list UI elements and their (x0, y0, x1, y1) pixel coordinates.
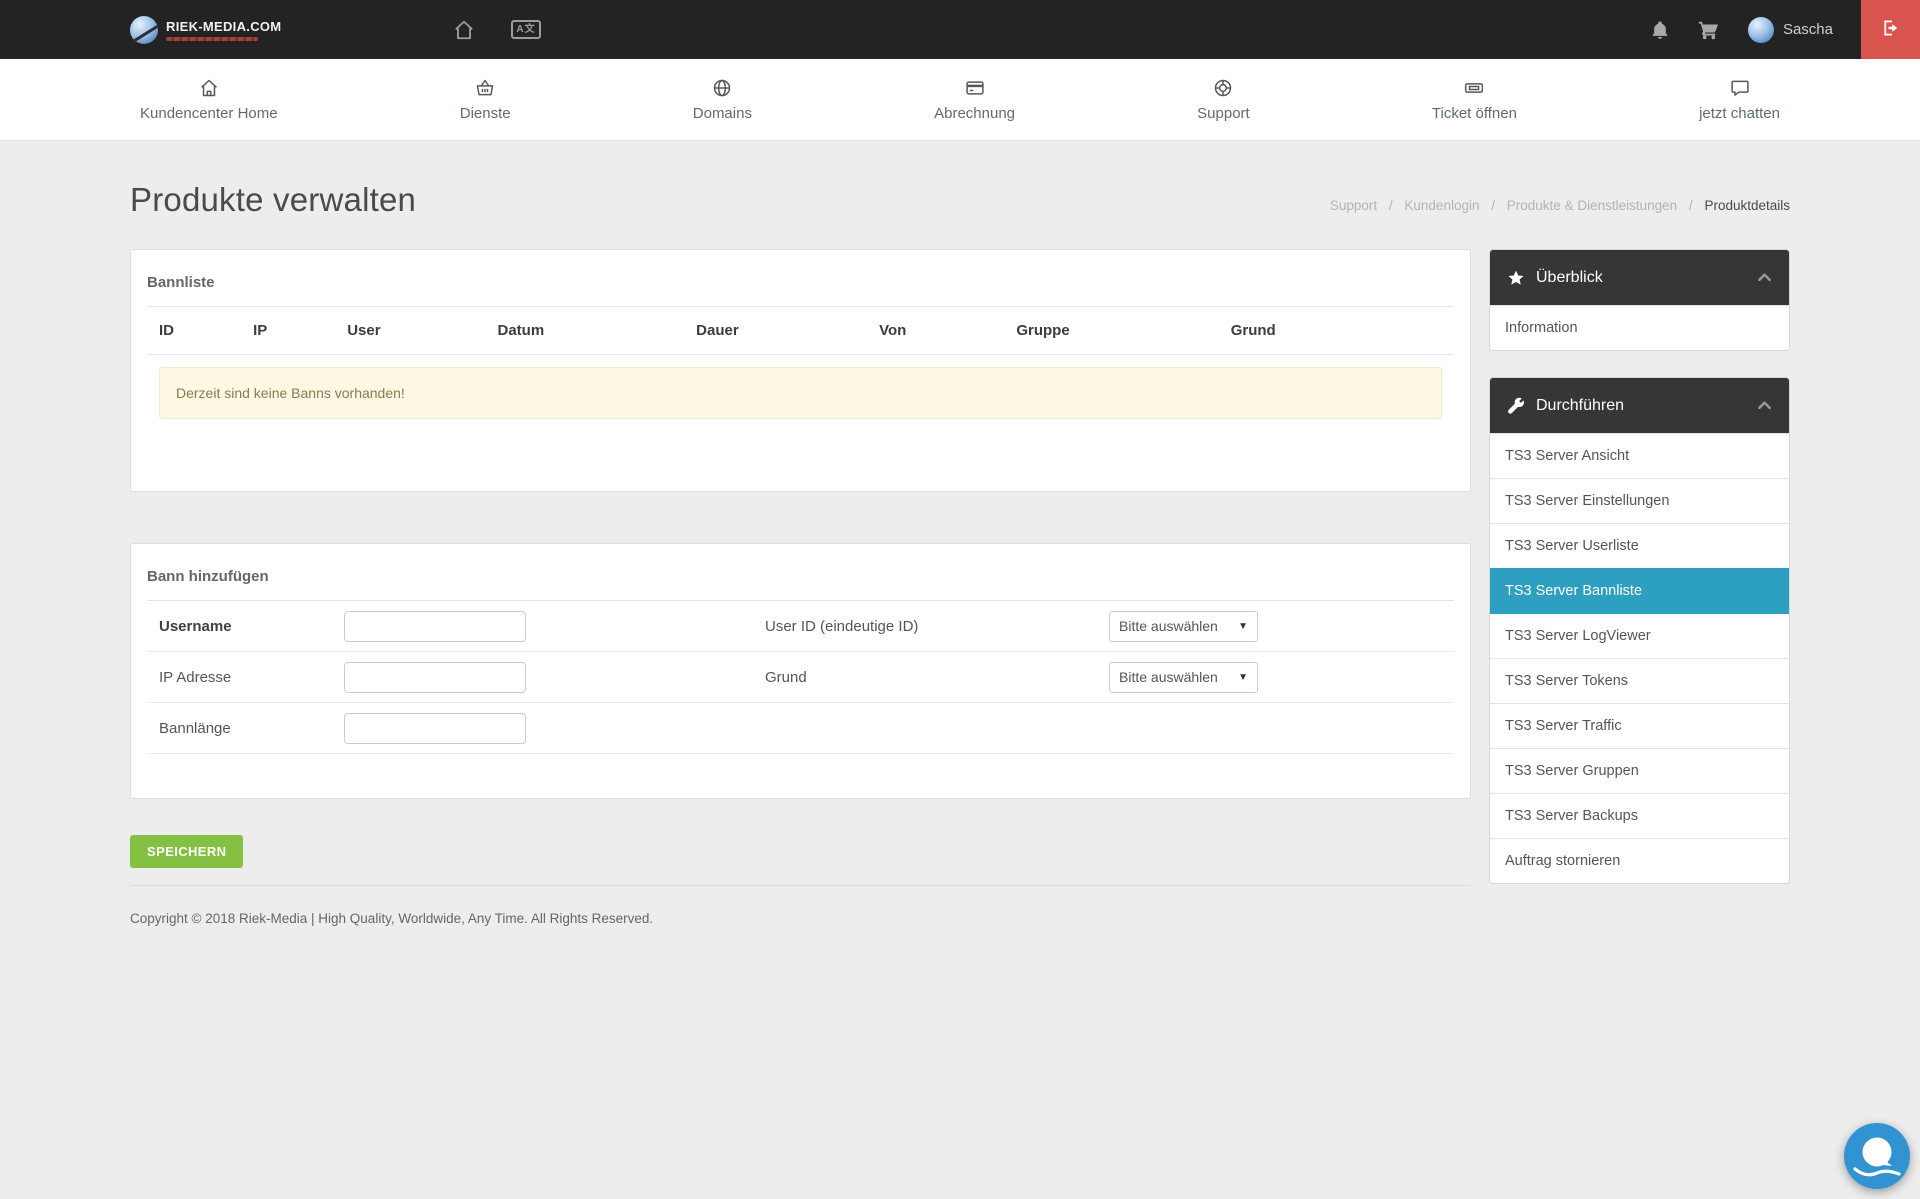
chat-launcher-button[interactable] (1842, 1121, 1912, 1191)
form-row-username-userid: Username User ID (eindeutige ID) Bitte a… (147, 601, 1454, 652)
breadcrumb-link-support[interactable]: Support (1330, 198, 1377, 213)
star-icon (1507, 269, 1525, 287)
globe-icon (712, 78, 732, 98)
main-navigation: Kundencenter Home Dienste Domains Abrech… (0, 59, 1920, 141)
userid-label: User ID (eindeutige ID) (765, 618, 1109, 635)
sidebar-item-ts3-logviewer[interactable]: TS3 Server LogViewer (1490, 613, 1789, 658)
sidebar-item-ts3-bannliste[interactable]: TS3 Server Bannliste (1490, 568, 1789, 613)
logout-button[interactable] (1861, 0, 1920, 59)
bannlaenge-input[interactable] (344, 713, 526, 744)
brand-tagline (166, 37, 258, 41)
form-row-bannlaenge: Bannlänge (147, 703, 1454, 754)
sidebar-item-auftrag-stornieren[interactable]: Auftrag stornieren (1490, 838, 1789, 883)
sidebar: Überblick Information Durchführen (1489, 249, 1790, 910)
nav-item-dienste[interactable]: Dienste (450, 74, 521, 126)
home-icon[interactable] (453, 19, 475, 41)
basket-icon (475, 78, 495, 98)
username-label: Username (147, 618, 344, 635)
username-input[interactable] (344, 611, 526, 642)
banlist-table: ID IP User Datum Dauer Von Gruppe Grund (147, 307, 1454, 355)
ticket-icon (1464, 78, 1484, 98)
empty-banlist-alert: Derzeit sind keine Banns vorhanden! (159, 367, 1442, 419)
column-header-id: ID (147, 307, 241, 355)
save-button[interactable]: SPEICHERN (130, 835, 243, 868)
banlist-header-row: ID IP User Datum Dauer Von Gruppe Grund (147, 307, 1454, 355)
grund-label: Grund (765, 669, 1109, 686)
overview-panel-header[interactable]: Überblick (1490, 250, 1789, 305)
life-ring-icon (1213, 78, 1233, 98)
nav-item-domains[interactable]: Domains (683, 74, 762, 126)
nav-label: Support (1197, 105, 1250, 122)
column-header-ip: IP (241, 307, 335, 355)
chevron-up-icon (1757, 398, 1772, 413)
sidebar-item-ts3-gruppen[interactable]: TS3 Server Gruppen (1490, 748, 1789, 793)
column-header-grund: Grund (1219, 307, 1454, 355)
overview-panel-title: Überblick (1536, 269, 1603, 287)
column-header-datum: Datum (485, 307, 684, 355)
footer: Copyright © 2018 Riek-Media | High Quali… (130, 885, 1471, 972)
notifications-bell-icon[interactable] (1650, 20, 1670, 40)
brand-title: RIEK-MEDIA.COM (166, 19, 281, 34)
chevron-up-icon (1757, 270, 1772, 285)
actions-panel: Durchführen TS3 Server Ansicht TS3 Serve… (1489, 377, 1790, 884)
banlist-card: Bannliste ID IP User Datum Dauer Vo (130, 249, 1471, 492)
nav-label: Kundencenter Home (140, 105, 278, 122)
column-header-dauer: Dauer (684, 307, 867, 355)
credit-card-icon (965, 78, 985, 98)
ip-input[interactable] (344, 662, 526, 693)
actions-panel-title: Durchführen (1536, 397, 1624, 415)
nav-item-jetzt-chatten[interactable]: jetzt chatten (1689, 74, 1790, 126)
breadcrumb-link-produkte[interactable]: Produkte & Dienstleistungen (1507, 198, 1677, 213)
caret-down-icon: ▼ (1238, 672, 1248, 683)
copyright-text: Copyright © 2018 Riek-Media | High Quali… (130, 911, 1471, 926)
brand-globe-icon (130, 16, 158, 44)
nav-item-ticket-oeffnen[interactable]: Ticket öffnen (1422, 74, 1527, 126)
grund-select[interactable]: Bitte auswählen ▼ (1109, 662, 1258, 693)
nav-label: jetzt chatten (1699, 105, 1780, 122)
ip-label: IP Adresse (147, 669, 344, 686)
userid-select[interactable]: Bitte auswählen ▼ (1109, 611, 1258, 642)
column-header-user: User (335, 307, 485, 355)
nav-item-support[interactable]: Support (1187, 74, 1260, 126)
sidebar-item-ts3-backups[interactable]: TS3 Server Backups (1490, 793, 1789, 838)
brand-logo[interactable]: RIEK-MEDIA.COM (130, 16, 281, 44)
nav-label: Abrechnung (934, 105, 1015, 122)
sidebar-item-information[interactable]: Information (1490, 305, 1789, 350)
sidebar-item-ts3-einstellungen[interactable]: TS3 Server Einstellungen (1490, 478, 1789, 523)
user-menu[interactable]: Sascha (1748, 17, 1833, 43)
bannlaenge-label: Bannlänge (147, 720, 344, 737)
nav-item-abrechnung[interactable]: Abrechnung (924, 74, 1025, 126)
sidebar-item-ts3-traffic[interactable]: TS3 Server Traffic (1490, 703, 1789, 748)
home-icon (199, 78, 219, 98)
nav-label: Domains (693, 105, 752, 122)
sidebar-item-ts3-userliste[interactable]: TS3 Server Userliste (1490, 523, 1789, 568)
actions-panel-header[interactable]: Durchführen (1490, 378, 1789, 433)
form-row-ip-grund: IP Adresse Grund Bitte auswählen ▼ (147, 652, 1454, 703)
sidebar-item-ts3-tokens[interactable]: TS3 Server Tokens (1490, 658, 1789, 703)
nav-item-kundencenter-home[interactable]: Kundencenter Home (130, 74, 288, 126)
nav-label: Ticket öffnen (1432, 105, 1517, 122)
add-ban-card-title: Bann hinzufügen (147, 560, 1454, 601)
banlist-card-title: Bannliste (147, 266, 1454, 307)
add-ban-card: Bann hinzufügen Username User ID (eindeu… (130, 543, 1471, 799)
cart-icon[interactable] (1698, 19, 1720, 41)
breadcrumb: Support / Kundenlogin / Produkte & Diens… (1330, 198, 1790, 219)
overview-panel: Überblick Information (1489, 249, 1790, 351)
nav-label: Dienste (460, 105, 511, 122)
sign-out-icon (1881, 18, 1901, 41)
breadcrumb-current: Produktdetails (1704, 198, 1790, 213)
topbar: RIEK-MEDIA.COM A文 Sascha (0, 0, 1920, 59)
avatar (1748, 17, 1774, 43)
caret-down-icon: ▼ (1238, 621, 1248, 632)
page-title: Produkte verwalten (130, 181, 416, 219)
sidebar-item-ts3-ansicht[interactable]: TS3 Server Ansicht (1490, 433, 1789, 478)
column-header-von: Von (867, 307, 1004, 355)
wrench-icon (1507, 397, 1525, 415)
chat-bubble-icon (1730, 78, 1750, 98)
user-name: Sascha (1783, 21, 1833, 38)
breadcrumb-link-kundenlogin[interactable]: Kundenlogin (1404, 198, 1479, 213)
column-header-gruppe: Gruppe (1004, 307, 1218, 355)
language-icon[interactable]: A文 (511, 20, 540, 39)
